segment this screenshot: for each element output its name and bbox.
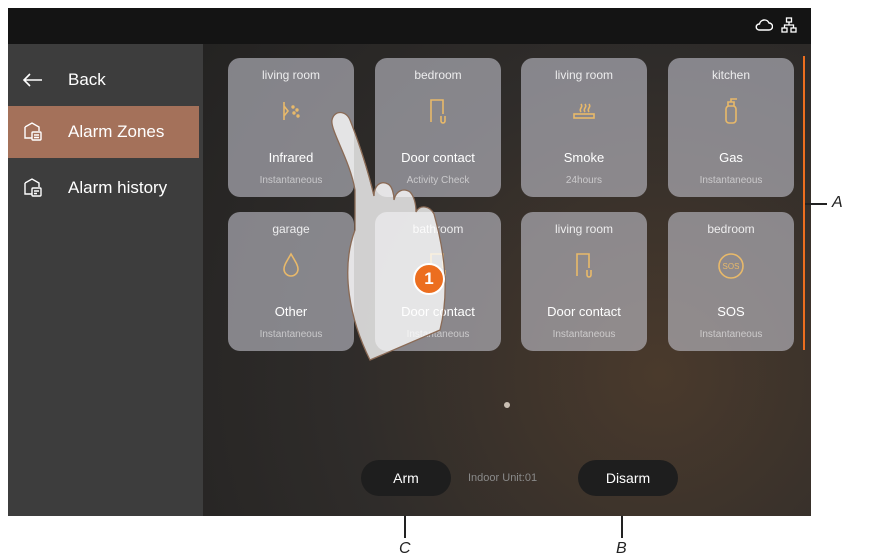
- sidebar: Back Alarm Zones Alarm history: [8, 44, 203, 516]
- status-bar: [8, 8, 811, 44]
- zone-tile[interactable]: living room Smoke 24hours: [521, 58, 647, 197]
- network-icon: [781, 17, 797, 38]
- disarm-button[interactable]: Disarm: [578, 460, 678, 496]
- zone-mode: Instantaneous: [552, 329, 616, 340]
- sidebar-item-alarm-zones[interactable]: Alarm Zones: [8, 106, 199, 158]
- step-badge: 1: [413, 263, 445, 295]
- zone-tile[interactable]: bedroom SOS SOS Instantaneous: [668, 212, 794, 351]
- sos-icon: SOS: [668, 250, 794, 282]
- callout-line-b: [621, 516, 623, 538]
- smoke-detector-icon: [521, 96, 647, 126]
- zone-room: kitchen: [711, 68, 751, 82]
- callout-label-b: B: [616, 540, 627, 557]
- zone-room: bedroom: [707, 222, 755, 236]
- zone-mode: Instantaneous: [699, 175, 763, 186]
- callout-label-a: A: [832, 194, 843, 211]
- callout-line-a: [805, 203, 827, 205]
- alarm-zones-panel: living room Infrared Instantaneous bedro…: [203, 44, 811, 516]
- alarm-history-icon: [8, 177, 58, 199]
- zone-type: SOS: [717, 304, 745, 319]
- back-button[interactable]: Back: [8, 54, 199, 106]
- zone-tile[interactable]: kitchen Gas Instantaneous: [668, 58, 794, 197]
- zone-type: Smoke: [563, 150, 605, 165]
- cloud-icon: [755, 18, 774, 37]
- door-contact-icon: [521, 250, 647, 280]
- page-indicator-dot[interactable]: [504, 402, 510, 408]
- zone-mode: Instantaneous: [699, 329, 763, 340]
- callout-line-c: [404, 516, 406, 538]
- sidebar-item-label: Alarm Zones: [68, 122, 165, 141]
- gas-cylinder-icon: [668, 96, 794, 126]
- zone-room: living room: [261, 68, 321, 82]
- zone-type: Gas: [719, 150, 743, 165]
- zone-room: bedroom: [414, 68, 462, 82]
- zone-type: Door contact: [547, 304, 621, 319]
- sidebar-item-label: Alarm history: [68, 178, 168, 197]
- zone-room: living room: [554, 68, 614, 82]
- svg-text:SOS: SOS: [723, 262, 740, 271]
- indoor-unit-label: Indoor Unit:01: [468, 472, 538, 484]
- zone-room: living room: [554, 222, 614, 236]
- arrow-left-icon: [8, 72, 58, 88]
- hand-pointer-icon: [331, 111, 446, 361]
- alarm-zones-icon: [8, 121, 58, 143]
- sidebar-item-alarm-history[interactable]: Alarm history: [8, 162, 199, 214]
- zone-tile[interactable]: living room Door contact Instantaneous: [521, 212, 647, 351]
- back-label: Back: [68, 70, 106, 89]
- callout-label-c: C: [399, 540, 411, 557]
- zone-mode: 24hours: [565, 175, 603, 186]
- arm-button[interactable]: Arm: [361, 460, 451, 496]
